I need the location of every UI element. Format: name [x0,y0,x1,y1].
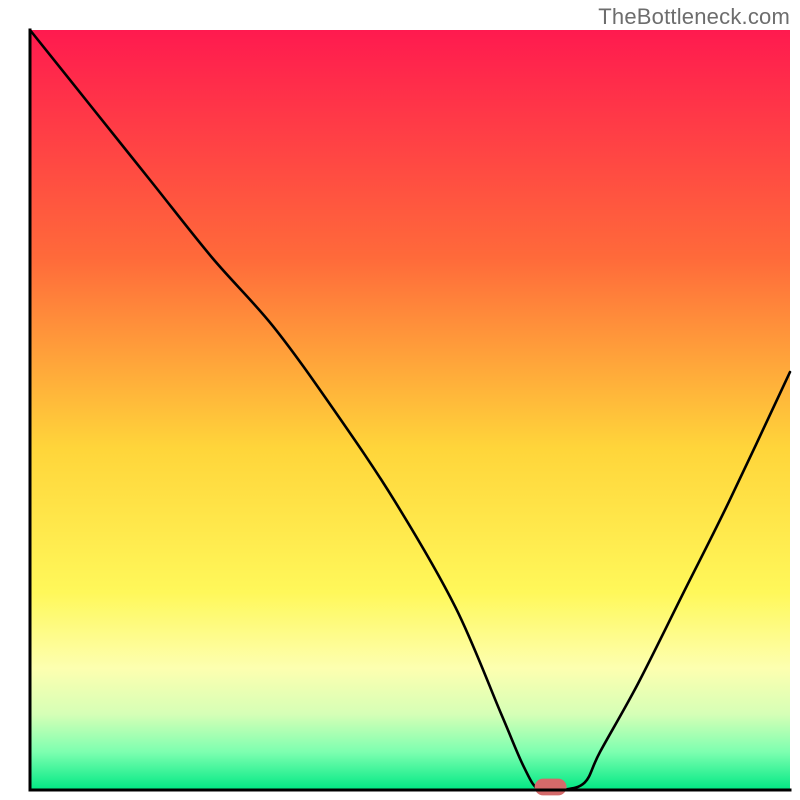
optimal-marker [535,779,567,796]
gradient-background [30,30,790,790]
chart-svg [0,0,800,800]
watermark-label: TheBottleneck.com [598,4,790,30]
bottleneck-chart: TheBottleneck.com [0,0,800,800]
